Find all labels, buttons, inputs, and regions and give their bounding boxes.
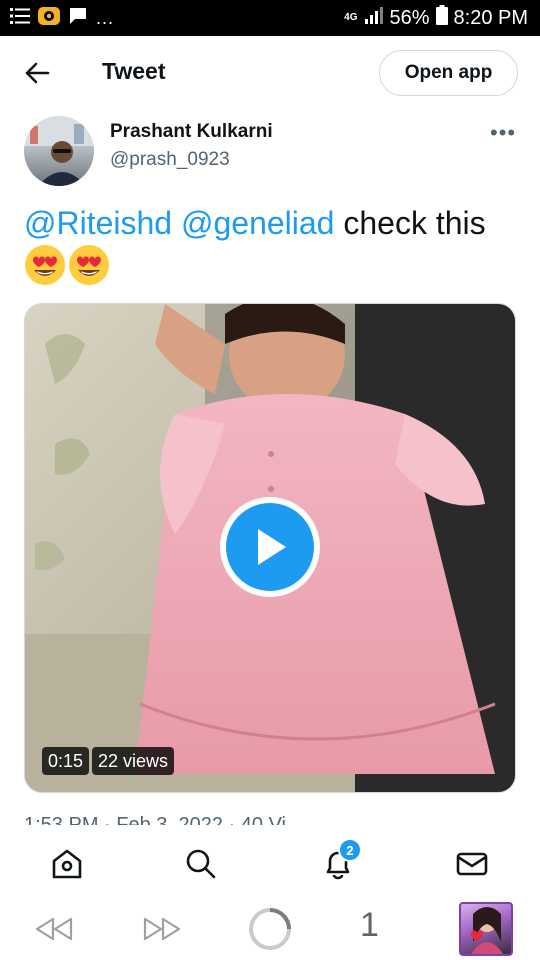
bottom-navigation	[0, 826, 540, 898]
profile-tab-thumbnail[interactable]	[459, 902, 513, 956]
app-notification-icon	[38, 5, 60, 32]
tweet-body: check this	[343, 205, 486, 241]
thumbnail-image	[471, 907, 503, 954]
tweet-text: @Riteishd @geneliad check this	[24, 203, 524, 243]
battery-icon	[435, 5, 448, 31]
video-duration: 0:15	[42, 747, 90, 775]
play-button[interactable]	[220, 497, 320, 597]
notification-list-icon	[10, 7, 30, 30]
back-arrow-icon	[25, 62, 50, 84]
play-icon	[258, 529, 286, 565]
signal-icon	[365, 6, 384, 30]
nav-messages[interactable]	[452, 844, 492, 884]
message-icon	[68, 6, 88, 31]
mention-link[interactable]: @Riteishd	[24, 205, 172, 241]
nav-home[interactable]	[47, 844, 87, 884]
mail-icon	[456, 852, 488, 876]
open-app-button[interactable]: Open app	[379, 50, 518, 96]
back-button[interactable]	[22, 58, 52, 88]
battery-percent: 56%	[389, 6, 430, 29]
fast-forward-icon	[143, 917, 181, 941]
more-notifications: ...	[96, 7, 115, 28]
author-name[interactable]: Prashant Kulkarni	[110, 121, 273, 143]
mention-link[interactable]: @geneliad	[181, 205, 334, 241]
rewind-back-icon	[35, 917, 73, 941]
status-bar: ... 4G 56% 8:20 PM	[0, 0, 540, 36]
browser-back-button[interactable]	[34, 914, 74, 944]
clock: 8:20 PM	[453, 6, 528, 29]
browser-home-button[interactable]	[247, 906, 293, 952]
heart-eyes-emoji-icon	[25, 245, 65, 285]
network-type: 4G	[344, 12, 358, 23]
nav-search[interactable]	[181, 844, 221, 884]
search-icon	[186, 849, 216, 879]
page-title: Tweet	[102, 58, 166, 84]
author-handle[interactable]: @prash_0923	[110, 149, 230, 171]
heart-eyes-emoji-icon	[69, 245, 109, 285]
notification-count-badge: 2	[338, 838, 362, 862]
tweet-header: Tweet Open app	[0, 36, 540, 110]
author-avatar[interactable]	[24, 116, 94, 186]
tweet-meta: 1:53 PM · Feb 3, 2022 · 40 Vi	[24, 814, 287, 825]
more-options-button[interactable]: •••	[490, 120, 516, 146]
video-views: 22 views	[92, 747, 175, 775]
emoji-row	[24, 244, 110, 286]
loading-circle-icon	[249, 908, 291, 950]
tab-count[interactable]: 1	[360, 906, 379, 945]
home-icon	[52, 849, 82, 879]
browser-forward-button[interactable]	[142, 914, 182, 944]
